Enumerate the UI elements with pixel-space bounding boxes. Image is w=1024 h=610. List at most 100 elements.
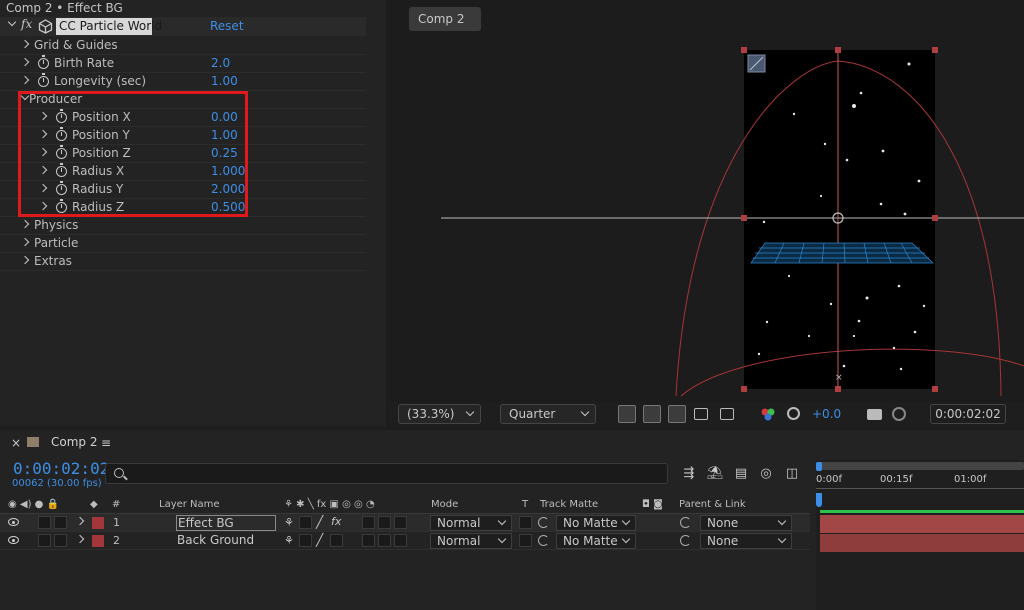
graph-editor-icon[interactable]: ◫ xyxy=(783,465,801,483)
stopwatch-icon[interactable] xyxy=(38,55,49,69)
property-row-extras[interactable]: Extras xyxy=(0,253,366,271)
chevron-right-icon[interactable] xyxy=(75,534,85,544)
snapshot-camera-icon[interactable] xyxy=(867,409,882,420)
effect-header-row[interactable]: fx CC Particle World Reset xyxy=(0,17,366,36)
effects-switch[interactable] xyxy=(330,534,343,547)
zoom-dropdown[interactable]: (33.3%) xyxy=(398,404,481,424)
chevron-down-icon xyxy=(580,407,590,417)
frame-blending-icon[interactable]: ▤ xyxy=(732,465,750,483)
track-matte-dropdown[interactable]: No Matte xyxy=(556,515,636,531)
playhead[interactable] xyxy=(816,493,822,507)
quality-switch-icon[interactable]: ╱ xyxy=(316,515,323,529)
menu-icon[interactable]: ≡ xyxy=(101,436,111,450)
adjustment-switch[interactable] xyxy=(394,516,407,529)
current-time[interactable]: 0:00:02:02 xyxy=(13,459,109,478)
ruler-label-1: 00:15f xyxy=(880,474,913,485)
frame-blend-switch[interactable] xyxy=(362,534,375,547)
property-row-grid-guides[interactable]: Grid & Guides xyxy=(0,37,366,55)
tab-comp-2[interactable]: Comp 2 xyxy=(409,7,481,31)
motion-blur-switch[interactable] xyxy=(378,516,391,529)
grid-guides-icon[interactable] xyxy=(720,408,734,420)
audio-toggle[interactable] xyxy=(38,534,51,547)
matte-link-icon[interactable] xyxy=(538,535,549,546)
composition-viewer: Comp 2 × (33.3%) Quarter +0.0 0:00:02:02 xyxy=(389,0,1024,426)
property-value[interactable]: 2.0 xyxy=(211,56,230,70)
mode-dropdown[interactable]: Normal xyxy=(430,515,512,531)
preserve-transparency-toggle[interactable] xyxy=(519,516,532,529)
shy-switch-icon[interactable]: ⚘ xyxy=(284,516,294,529)
motion-blur-icon[interactable]: ◎ xyxy=(757,465,775,483)
resolution-dropdown[interactable]: Quarter xyxy=(500,404,596,424)
pick-whip-icon[interactable] xyxy=(680,535,691,546)
chevron-right-icon[interactable] xyxy=(20,237,30,247)
effect-name[interactable]: CC Particle World xyxy=(59,19,162,33)
label-header-icon: ◆ xyxy=(90,499,98,510)
composition-canvas[interactable]: × xyxy=(389,36,1024,400)
matte-link-icon[interactable] xyxy=(538,517,549,528)
mask-path-icon[interactable] xyxy=(668,405,686,423)
layer-2-bar[interactable] xyxy=(820,534,1024,552)
property-label: Physics xyxy=(34,218,79,232)
audio-toggle[interactable] xyxy=(38,516,51,529)
stopwatch-icon[interactable] xyxy=(38,73,49,87)
transparency-grid-icon[interactable] xyxy=(643,405,661,423)
quality-switch-icon[interactable]: ╱ xyxy=(316,533,323,547)
chevron-right-icon[interactable] xyxy=(20,57,30,67)
shy-layers-icon[interactable]: ⛱ xyxy=(706,465,724,483)
property-row-birth-rate[interactable]: Birth Rate 2.0 xyxy=(0,55,366,73)
collapse-switch[interactable] xyxy=(299,516,312,529)
chevron-right-icon[interactable] xyxy=(20,219,30,229)
color-channels-icon[interactable] xyxy=(760,406,776,422)
region-of-interest-icon[interactable] xyxy=(694,408,708,420)
layer-search-input[interactable] xyxy=(105,463,668,484)
property-row-longevity-sec[interactable]: Longevity (sec) 1.00 xyxy=(0,73,366,91)
reset-link[interactable]: Reset xyxy=(210,19,244,33)
label-color-chip[interactable] xyxy=(92,535,104,547)
pick-whip-icon[interactable] xyxy=(680,517,691,528)
adjustment-switch[interactable] xyxy=(394,534,407,547)
close-icon[interactable]: × xyxy=(11,436,21,450)
layer-name-header[interactable]: Layer Name xyxy=(159,499,220,510)
chevron-right-icon[interactable] xyxy=(75,516,85,526)
effects-switch-icon[interactable]: fx xyxy=(331,515,341,528)
frame-blend-switch[interactable] xyxy=(362,516,375,529)
tab-comp-2-timeline[interactable]: Comp 2 xyxy=(51,435,97,449)
fx-icon[interactable]: fx xyxy=(21,17,32,31)
chevron-right-icon[interactable] xyxy=(20,255,30,265)
property-label: Longevity (sec) xyxy=(54,74,147,88)
track-matte-dropdown[interactable]: No Matte xyxy=(556,533,636,549)
parent-dropdown[interactable]: None xyxy=(700,533,792,549)
visibility-eye-icon[interactable] xyxy=(8,518,19,526)
visibility-eye-icon[interactable] xyxy=(8,536,19,544)
parent-dropdown[interactable]: None xyxy=(700,515,792,531)
label-color-chip[interactable] xyxy=(92,517,104,529)
layer-row[interactable]: 1 Effect BG ⚘ ╱ fx Normal No Matte None xyxy=(0,514,810,532)
mode-dropdown[interactable]: Normal xyxy=(430,533,512,549)
solo-toggle[interactable] xyxy=(54,534,67,547)
work-area-start[interactable] xyxy=(816,462,822,471)
solo-toggle[interactable] xyxy=(54,516,67,529)
work-area-bar[interactable] xyxy=(818,462,1024,470)
layer-1-bar[interactable] xyxy=(820,515,1024,533)
comp-flowchart-icon[interactable]: ⇶ xyxy=(680,465,698,483)
chevron-down-icon xyxy=(777,534,787,544)
exposure-value[interactable]: +0.0 xyxy=(812,407,841,421)
layer-row[interactable]: 2 Back Ground ⚘ ╱ Normal No Matte None xyxy=(0,532,810,550)
show-snapshot-icon[interactable] xyxy=(892,407,906,421)
collapse-switch[interactable] xyxy=(299,534,312,547)
chevron-right-icon[interactable] xyxy=(20,39,30,49)
viewer-timecode[interactable]: 0:00:02:02 xyxy=(930,404,1006,424)
preserve-transparency-toggle[interactable] xyxy=(519,534,532,547)
fast-preview-icon[interactable] xyxy=(618,405,636,423)
property-row-physics[interactable]: Physics xyxy=(0,217,366,235)
property-value[interactable]: 1.00 xyxy=(211,74,238,88)
chevron-right-icon[interactable] xyxy=(20,75,30,85)
chevron-down-icon[interactable] xyxy=(7,17,17,27)
property-row-particle[interactable]: Particle xyxy=(0,235,366,253)
reset-exposure-icon[interactable] xyxy=(787,407,800,420)
motion-blur-switch[interactable] xyxy=(378,534,391,547)
time-ruler[interactable]: 0:00f 00:15f 01:00f xyxy=(816,460,1024,610)
layer-name[interactable]: Effect BG xyxy=(176,515,276,531)
layer-name[interactable]: Back Ground xyxy=(176,533,254,549)
shy-switch-icon[interactable]: ⚘ xyxy=(284,534,294,547)
